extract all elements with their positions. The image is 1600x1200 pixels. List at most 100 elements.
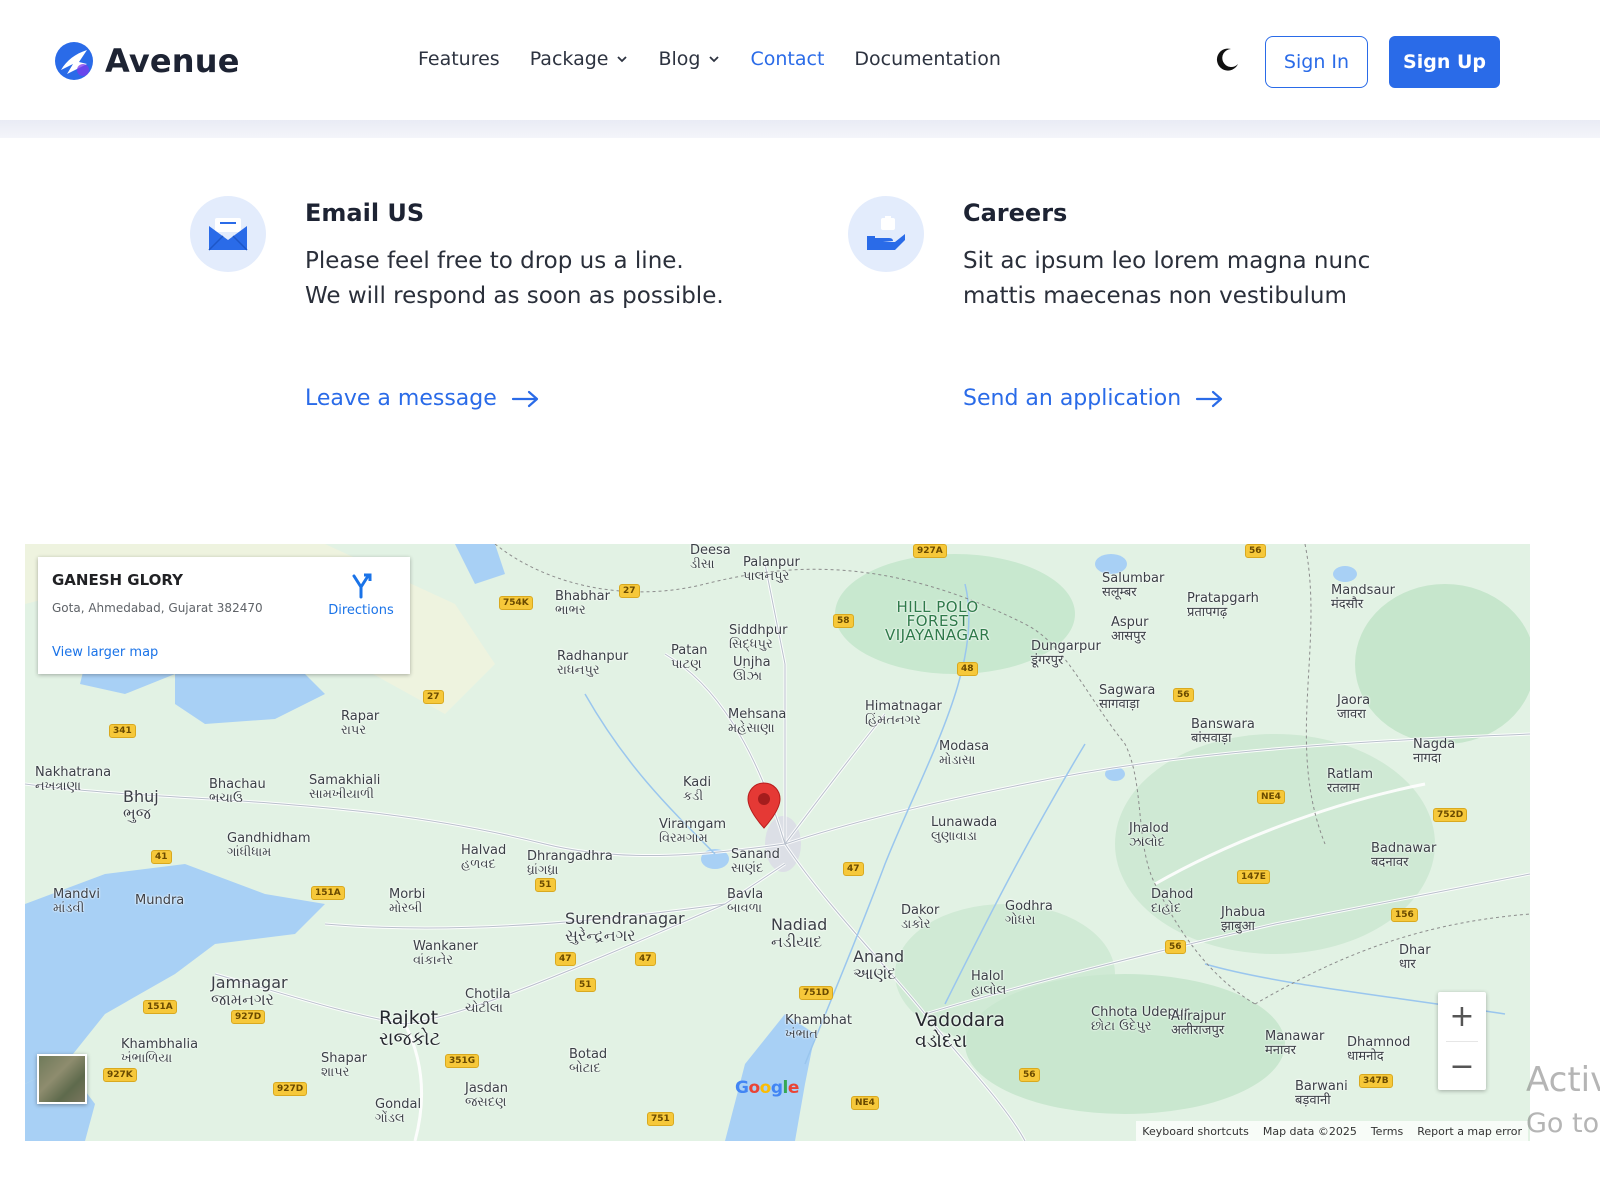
forest-label: HILL POLO FOREST VIJAYANAGAR [885, 600, 990, 643]
map-place-label: Halol હાલોલ [971, 970, 1006, 998]
directions-button[interactable]: Directions [321, 573, 401, 618]
place-name-text: Barwani [1295, 1079, 1348, 1094]
send-application-link[interactable]: Send an application [963, 386, 1225, 411]
highway-shield: 751 [647, 1112, 674, 1126]
logo-text: Avenue [105, 42, 240, 80]
google-map[interactable]: 754K 27 927A 58 56 48 27 341 56 NE4 752D… [25, 544, 1530, 1141]
highway-shield: 927A [913, 544, 947, 558]
place-name-text: Halol [971, 969, 1004, 984]
map-place-label: Badnawar बदनावर [1371, 842, 1436, 870]
map-place-label: Rajkot રાજકોટ [379, 1008, 441, 1050]
place-name-text: Khambhalia [121, 1037, 199, 1052]
place-name-text: Khambhat [785, 1013, 852, 1028]
place-local-name-text: जावरा [1337, 707, 1366, 722]
nav-blog[interactable]: Blog [658, 48, 720, 70]
map-place-label: Wankaner વાંકાનેર [413, 940, 478, 968]
place-local-name-text: સામખીયાળી [309, 787, 374, 802]
map-place-label: Dhamnod धामनोद [1347, 1036, 1410, 1064]
highway-shield: 56 [1165, 940, 1186, 954]
hand-briefcase-icon [867, 216, 905, 250]
link-label: Send an application [963, 386, 1182, 411]
highway-shield: 927D [231, 1010, 266, 1024]
nav-features[interactable]: Features [418, 48, 500, 70]
place-local-name-text: રાજકોટ [379, 1028, 441, 1050]
place-name-text: Sagwara [1099, 683, 1156, 698]
map-place-label: Sanand સાણંદ [731, 848, 780, 876]
place-local-name-text: બોટાદ [569, 1061, 601, 1076]
place-name-text: Viramgam [659, 817, 727, 832]
place-local-name-text: बड़वानी [1295, 1093, 1331, 1108]
zoom-out-button[interactable]: − [1438, 1042, 1486, 1090]
place-name-text: Samakhiali [309, 773, 381, 788]
place-name-text: Banswara [1191, 717, 1255, 732]
map-place-label: Samakhiali સામખીયાળી [309, 774, 380, 802]
place-local-name-text: આણંદ [853, 964, 897, 983]
place-name-text: Lunawada [931, 815, 998, 830]
place-name-text: Aspur [1111, 615, 1149, 630]
map-place-label: Mandvi માંડવી [53, 888, 100, 916]
sign-in-button[interactable]: Sign In [1265, 36, 1368, 88]
place-local-name-text: નખત્રાણા [35, 779, 82, 794]
place-name-text: Alirajpur [1171, 1009, 1226, 1024]
link-label: Leave a message [305, 386, 497, 411]
map-place-label: Dungarpur डूंगरपुर [1031, 640, 1101, 668]
satellite-view-toggle[interactable] [37, 1054, 87, 1104]
map-place-label: Dhrangadhra ધ્રાંગધ્રા [527, 850, 613, 878]
place-local-name-text: नागदा [1413, 751, 1442, 766]
place-local-name-text: अलीराजपुर [1171, 1023, 1225, 1038]
nav-contact-label: Contact [750, 48, 825, 70]
map-place-label: Vadodara વડોદરા [915, 1010, 1005, 1052]
map-place-label: Alirajpur अलीराजपुर [1171, 1010, 1226, 1038]
place-name-text: Mehsana [728, 707, 787, 722]
moon-icon[interactable] [1213, 46, 1241, 74]
logo[interactable]: Avenue [53, 40, 240, 82]
zoom-in-button[interactable]: + [1438, 992, 1486, 1040]
place-name-text: Botad [569, 1047, 608, 1062]
place-name-text: Radhanpur [557, 649, 629, 664]
map-place-label: Botad બોટાદ [569, 1048, 607, 1076]
sign-up-button[interactable]: Sign Up [1389, 36, 1500, 88]
map-place-label: Gandhidham ગાંધીધામ [227, 832, 311, 860]
map-place-label: Dhar धार [1399, 944, 1431, 972]
keyboard-shortcuts-link[interactable]: Keyboard shortcuts [1142, 1125, 1249, 1138]
leave-message-link[interactable]: Leave a message [305, 386, 541, 411]
nav-contact[interactable]: Contact [750, 48, 824, 70]
place-local-name-text: સિદ્ધપુર [729, 637, 773, 652]
place-name-text: Badnawar [1371, 841, 1437, 856]
view-larger-map-link[interactable]: View larger map [52, 645, 158, 660]
place-local-name-text: ખંભાળિયા [121, 1051, 173, 1066]
highway-shield: 47 [555, 952, 576, 966]
place-address: Gota, Ahmedabad, Gujarat 382470 [52, 601, 263, 615]
place-local-name-text: ડીસા [690, 557, 715, 572]
header-divider [0, 120, 1600, 138]
terms-link[interactable]: Terms [1371, 1125, 1403, 1138]
place-name-text: Dhar [1399, 943, 1431, 958]
place-local-name-text: ગોધરા [1005, 913, 1036, 928]
place-name-text: Rajkot [379, 1007, 439, 1029]
place-info-card: GANESH GLORY Gota, Ahmedabad, Gujarat 38… [38, 557, 410, 674]
place-name-text: Jasdan [465, 1081, 509, 1096]
highway-shield: 48 [957, 662, 978, 676]
nav-documentation[interactable]: Documentation [854, 48, 1000, 70]
highway-shield: 56 [1245, 544, 1266, 558]
highway-shield: 341 [109, 724, 136, 738]
place-name-text: Pratapgarh [1187, 591, 1259, 606]
place-local-name-text: જસદણ [465, 1095, 507, 1110]
map-place-label: Gondal ગોંડલ [375, 1098, 421, 1126]
card-body: Email US Please feel free to drop us a l… [305, 196, 725, 314]
highway-shield: 151A [143, 1000, 177, 1014]
report-error-link[interactable]: Report a map error [1417, 1125, 1522, 1138]
place-name-text: Bavla [727, 887, 764, 902]
card-body: Careers Sit ac ipsum leo lorem magna nun… [963, 196, 1383, 314]
place-local-name-text: रतलाम [1327, 781, 1360, 796]
location-pin-icon[interactable] [746, 782, 782, 830]
highway-shield: 56 [1019, 1068, 1040, 1082]
highway-shield: 156 [1391, 908, 1418, 922]
place-local-name-text: मनावर [1265, 1043, 1296, 1058]
map-place-label: Godhra ગોધરા [1005, 900, 1053, 928]
highway-shield: 47 [635, 952, 656, 966]
nav-package[interactable]: Package [530, 48, 629, 70]
highway-shield: 347B [1359, 1074, 1393, 1088]
place-name-text: Anand [853, 947, 905, 966]
map-place-label: Khambhalia ખંભાળિયા [121, 1038, 198, 1066]
